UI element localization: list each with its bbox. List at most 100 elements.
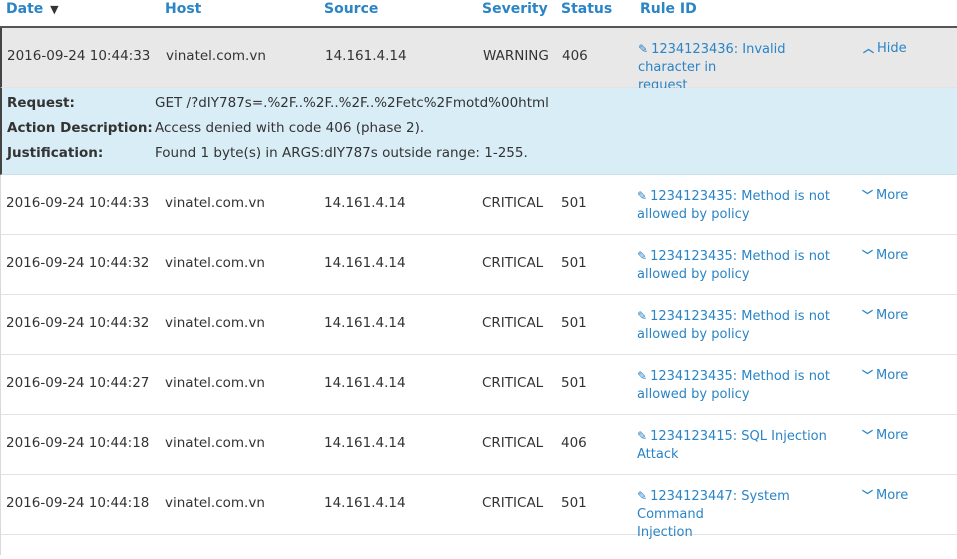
status-cell: 501: [561, 195, 587, 211]
toggle-label: More: [876, 428, 909, 443]
status-cell: 501: [561, 255, 587, 271]
date-cell: 2016-09-24 10:44:33: [6, 195, 150, 211]
rule-id-link[interactable]: ✎ 1234123435: Method is not allowed by po…: [637, 307, 847, 344]
table-row-partial: [0, 535, 957, 555]
severity-cell: CRITICAL: [482, 435, 544, 451]
chevron-down-icon: ﹀: [862, 189, 873, 202]
action-description-label: Action Description:: [7, 120, 153, 136]
table-row[interactable]: 2016-09-24 10:44:18 vinatel.com.vn 14.16…: [0, 475, 957, 540]
toggle-label: More: [876, 188, 909, 203]
rule-text: allowed by policy: [637, 327, 750, 342]
request-label: Request:: [7, 95, 75, 111]
chevron-down-icon: ﹀: [862, 429, 873, 442]
severity-cell: CRITICAL: [482, 315, 544, 331]
chevron-down-icon: ﹀: [862, 309, 873, 322]
column-severity-header[interactable]: Severity: [482, 1, 548, 17]
justification-label: Justification:: [7, 145, 104, 161]
rule-text: allowed by policy: [637, 267, 750, 282]
date-cell: 2016-09-24 10:44:27: [6, 375, 150, 391]
source-cell: 14.161.4.14: [324, 255, 406, 271]
sort-desc-icon[interactable]: ▼: [50, 3, 58, 16]
column-date-header[interactable]: Date ▼: [6, 1, 59, 17]
pencil-icon: ✎: [637, 489, 648, 503]
rule-text: 1234123435: Method is not: [650, 369, 830, 384]
rule-id-link[interactable]: ✎ 1234123435: Method is not allowed by po…: [637, 247, 847, 284]
rule-id-link[interactable]: ✎ 1234123436: Invalid character in reques…: [638, 40, 848, 95]
more-button[interactable]: ﹀ More: [862, 307, 908, 323]
source-cell: 14.161.4.14: [324, 315, 406, 331]
rule-text: 1234123436: Invalid character in: [638, 42, 786, 75]
more-button[interactable]: ﹀ More: [862, 247, 908, 263]
more-button[interactable]: ﹀ More: [862, 187, 908, 203]
date-cell: 2016-09-24 10:44:18: [6, 495, 150, 511]
chevron-up-icon: ︿: [863, 42, 874, 55]
status-cell: 406: [562, 48, 588, 64]
rule-text: allowed by policy: [637, 387, 750, 402]
source-cell: 14.161.4.14: [325, 48, 407, 64]
column-host-header[interactable]: Host: [165, 1, 201, 17]
rule-id-link[interactable]: ✎ 1234123415: SQL Injection Attack: [637, 427, 847, 464]
action-description-value: Access denied with code 406 (phase 2).: [155, 120, 425, 136]
table-row[interactable]: 2016-09-24 10:44:33 vinatel.com.vn 14.16…: [0, 28, 957, 93]
request-value: GET /?dIY787s=.%2F..%2F..%2F..%2Fetc%2Fm…: [155, 95, 549, 111]
rule-text: 1234123435: Method is not: [650, 249, 830, 264]
status-cell: 501: [561, 495, 587, 511]
host-cell: vinatel.com.vn: [165, 315, 265, 331]
source-cell: 14.161.4.14: [324, 495, 406, 511]
source-cell: 14.161.4.14: [324, 435, 406, 451]
host-cell: vinatel.com.vn: [165, 375, 265, 391]
severity-cell: CRITICAL: [482, 375, 544, 391]
chevron-down-icon: ﹀: [862, 369, 873, 382]
chevron-down-icon: ﹀: [862, 249, 873, 262]
severity-cell: WARNING: [483, 48, 549, 64]
table-row[interactable]: 2016-09-24 10:44:32 vinatel.com.vn 14.16…: [0, 295, 957, 355]
host-cell: vinatel.com.vn: [165, 195, 265, 211]
rule-text: Attack: [637, 447, 679, 462]
more-button[interactable]: ﹀ More: [862, 487, 908, 503]
severity-cell: CRITICAL: [482, 195, 544, 211]
toggle-label: More: [876, 248, 909, 263]
rule-text: allowed by policy: [637, 207, 750, 222]
rule-id-link[interactable]: ✎ 1234123435: Method is not allowed by po…: [637, 187, 847, 224]
rule-id-link[interactable]: ✎ 1234123435: Method is not allowed by po…: [637, 367, 847, 404]
date-header-label: Date: [6, 1, 44, 17]
toggle-label: More: [876, 368, 909, 383]
severity-cell: CRITICAL: [482, 495, 544, 511]
rule-text: 1234123447: System Command: [637, 489, 790, 522]
table-row[interactable]: 2016-09-24 10:44:33 vinatel.com.vn 14.16…: [0, 175, 957, 235]
hide-button[interactable]: ︿ Hide: [863, 40, 907, 56]
date-cell: 2016-09-24 10:44:32: [6, 315, 150, 331]
toggle-label: More: [876, 308, 909, 323]
host-cell: vinatel.com.vn: [166, 48, 266, 64]
event-detail-panel: Request: GET /?dIY787s=.%2F..%2F..%2F..%…: [0, 88, 957, 175]
date-cell: 2016-09-24 10:44:33: [7, 48, 151, 64]
column-rule-id-header[interactable]: Rule ID: [640, 1, 697, 17]
severity-cell: CRITICAL: [482, 255, 544, 271]
column-status-header[interactable]: Status: [561, 1, 612, 17]
more-button[interactable]: ﹀ More: [862, 427, 908, 443]
pencil-icon: ✎: [637, 249, 648, 263]
pencil-icon: ✎: [637, 309, 648, 323]
pencil-icon: ✎: [637, 189, 648, 203]
table-row[interactable]: 2016-09-24 10:44:32 vinatel.com.vn 14.16…: [0, 235, 957, 295]
justification-value: Found 1 byte(s) in ARGS:dIY787s outside …: [155, 145, 528, 161]
rule-text: 1234123435: Method is not: [650, 309, 830, 324]
pencil-icon: ✎: [637, 429, 648, 443]
table-row[interactable]: 2016-09-24 10:44:18 vinatel.com.vn 14.16…: [0, 415, 957, 475]
rule-text: 1234123415: SQL Injection: [650, 429, 827, 444]
table-row[interactable]: 2016-09-24 10:44:27 vinatel.com.vn 14.16…: [0, 355, 957, 415]
status-cell: 501: [561, 375, 587, 391]
chevron-down-icon: ﹀: [862, 489, 873, 502]
more-button[interactable]: ﹀ More: [862, 367, 908, 383]
rule-id-link[interactable]: ✎ 1234123447: System Command Injection: [637, 487, 847, 542]
toggle-label: Hide: [877, 41, 907, 56]
date-cell: 2016-09-24 10:44:32: [6, 255, 150, 271]
events-table: Date ▼ Host Source Severity Status Rule …: [0, 0, 957, 555]
status-cell: 406: [561, 435, 587, 451]
table-header: Date ▼ Host Source Severity Status Rule …: [0, 0, 957, 28]
column-source-header[interactable]: Source: [324, 1, 378, 17]
host-cell: vinatel.com.vn: [165, 495, 265, 511]
status-cell: 501: [561, 315, 587, 331]
date-cell: 2016-09-24 10:44:18: [6, 435, 150, 451]
pencil-icon: ✎: [637, 369, 648, 383]
